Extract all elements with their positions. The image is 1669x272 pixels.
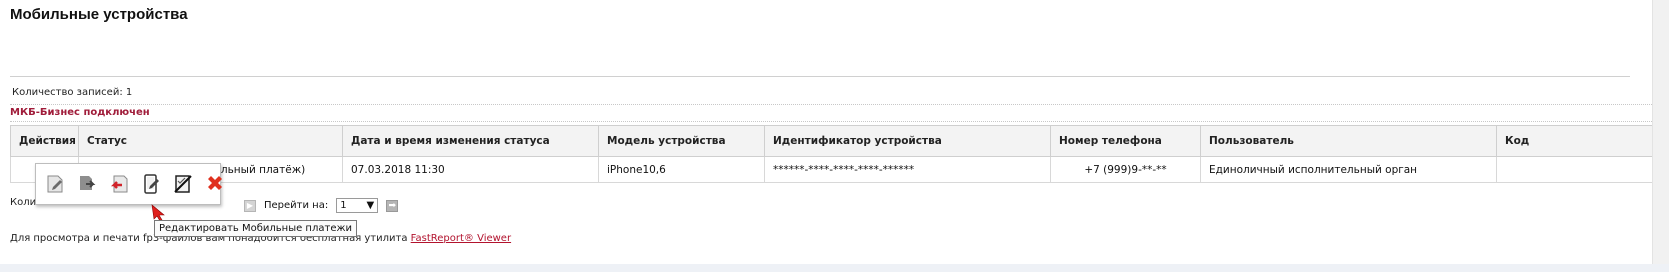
divider: [10, 76, 1630, 77]
page: Мобильные устройства Количество записей:…: [0, 0, 1669, 264]
records-count: Количество записей: 1: [12, 87, 133, 98]
table-row[interactable]: ▼ Доступ разрешен (Мобильный платёж) 07.…: [10, 156, 1659, 183]
column-header-changed-at[interactable]: Дата и время изменения статуса: [342, 125, 599, 157]
column-header-code[interactable]: Код: [1496, 125, 1659, 157]
page-title: Мобильные устройства: [10, 6, 188, 23]
divider: [10, 121, 1660, 122]
edit-doc-button[interactable]: [44, 172, 66, 196]
column-header-model[interactable]: Модель устройства: [598, 125, 765, 157]
column-header-actions[interactable]: Действия: [10, 125, 79, 157]
return-doc-button[interactable]: [108, 172, 130, 196]
page-select[interactable]: 1 ▼: [336, 198, 379, 213]
table-header-row: Действия Статус Дата и время изменения с…: [10, 125, 1659, 157]
pager-nav: ▶ Перейти на: 1 ▼ ➡: [244, 198, 399, 213]
delete-button[interactable]: [204, 172, 226, 196]
column-header-status[interactable]: Статус: [78, 125, 343, 157]
page-select-value: 1: [340, 200, 347, 211]
forward-doc-button[interactable]: [76, 172, 98, 196]
delete-icon: [208, 176, 222, 190]
fastreport-viewer-link[interactable]: FastReport® Viewer: [411, 233, 511, 244]
pointer-arrow-icon: [151, 204, 165, 221]
user-cell: Единоличный исполнительный орган: [1200, 156, 1497, 183]
devices-table: Действия Статус Дата и время изменения с…: [10, 125, 1659, 183]
section-title: МКБ-Бизнес подключен: [10, 107, 150, 118]
phone-cell: +7 (999)9-**-**: [1050, 156, 1201, 183]
go-button[interactable]: ➡: [386, 199, 399, 212]
actions-popup-menu: [35, 163, 222, 205]
changed-at-cell: 07.03.2018 11:30: [342, 156, 599, 183]
return-doc-icon: [110, 175, 128, 193]
edit-mobile-payments-button[interactable]: [140, 172, 162, 196]
chevron-down-icon: ▼: [366, 200, 375, 211]
tooltip: Редактировать Мобильные платежи: [154, 220, 357, 237]
column-header-phone[interactable]: Номер телефона: [1050, 125, 1201, 157]
goto-label: Перейти на:: [264, 200, 329, 211]
model-cell: iPhone10,6: [598, 156, 765, 183]
divider: [10, 104, 1660, 105]
forward-doc-icon: [80, 176, 96, 190]
next-page-button[interactable]: ▶: [244, 199, 256, 212]
column-header-device-id[interactable]: Идентификатор устройства: [764, 125, 1051, 157]
column-header-user[interactable]: Пользователь: [1200, 125, 1497, 157]
block-device-button[interactable]: [172, 172, 194, 196]
block-device-icon: [174, 175, 192, 193]
device-id-cell: ******-****-****-****-******: [764, 156, 1051, 183]
code-cell: [1496, 156, 1659, 183]
edit-doc-icon: [47, 175, 63, 193]
edit-mobile-payments-icon: [144, 174, 159, 194]
vertical-scrollbar[interactable]: [1652, 0, 1669, 264]
